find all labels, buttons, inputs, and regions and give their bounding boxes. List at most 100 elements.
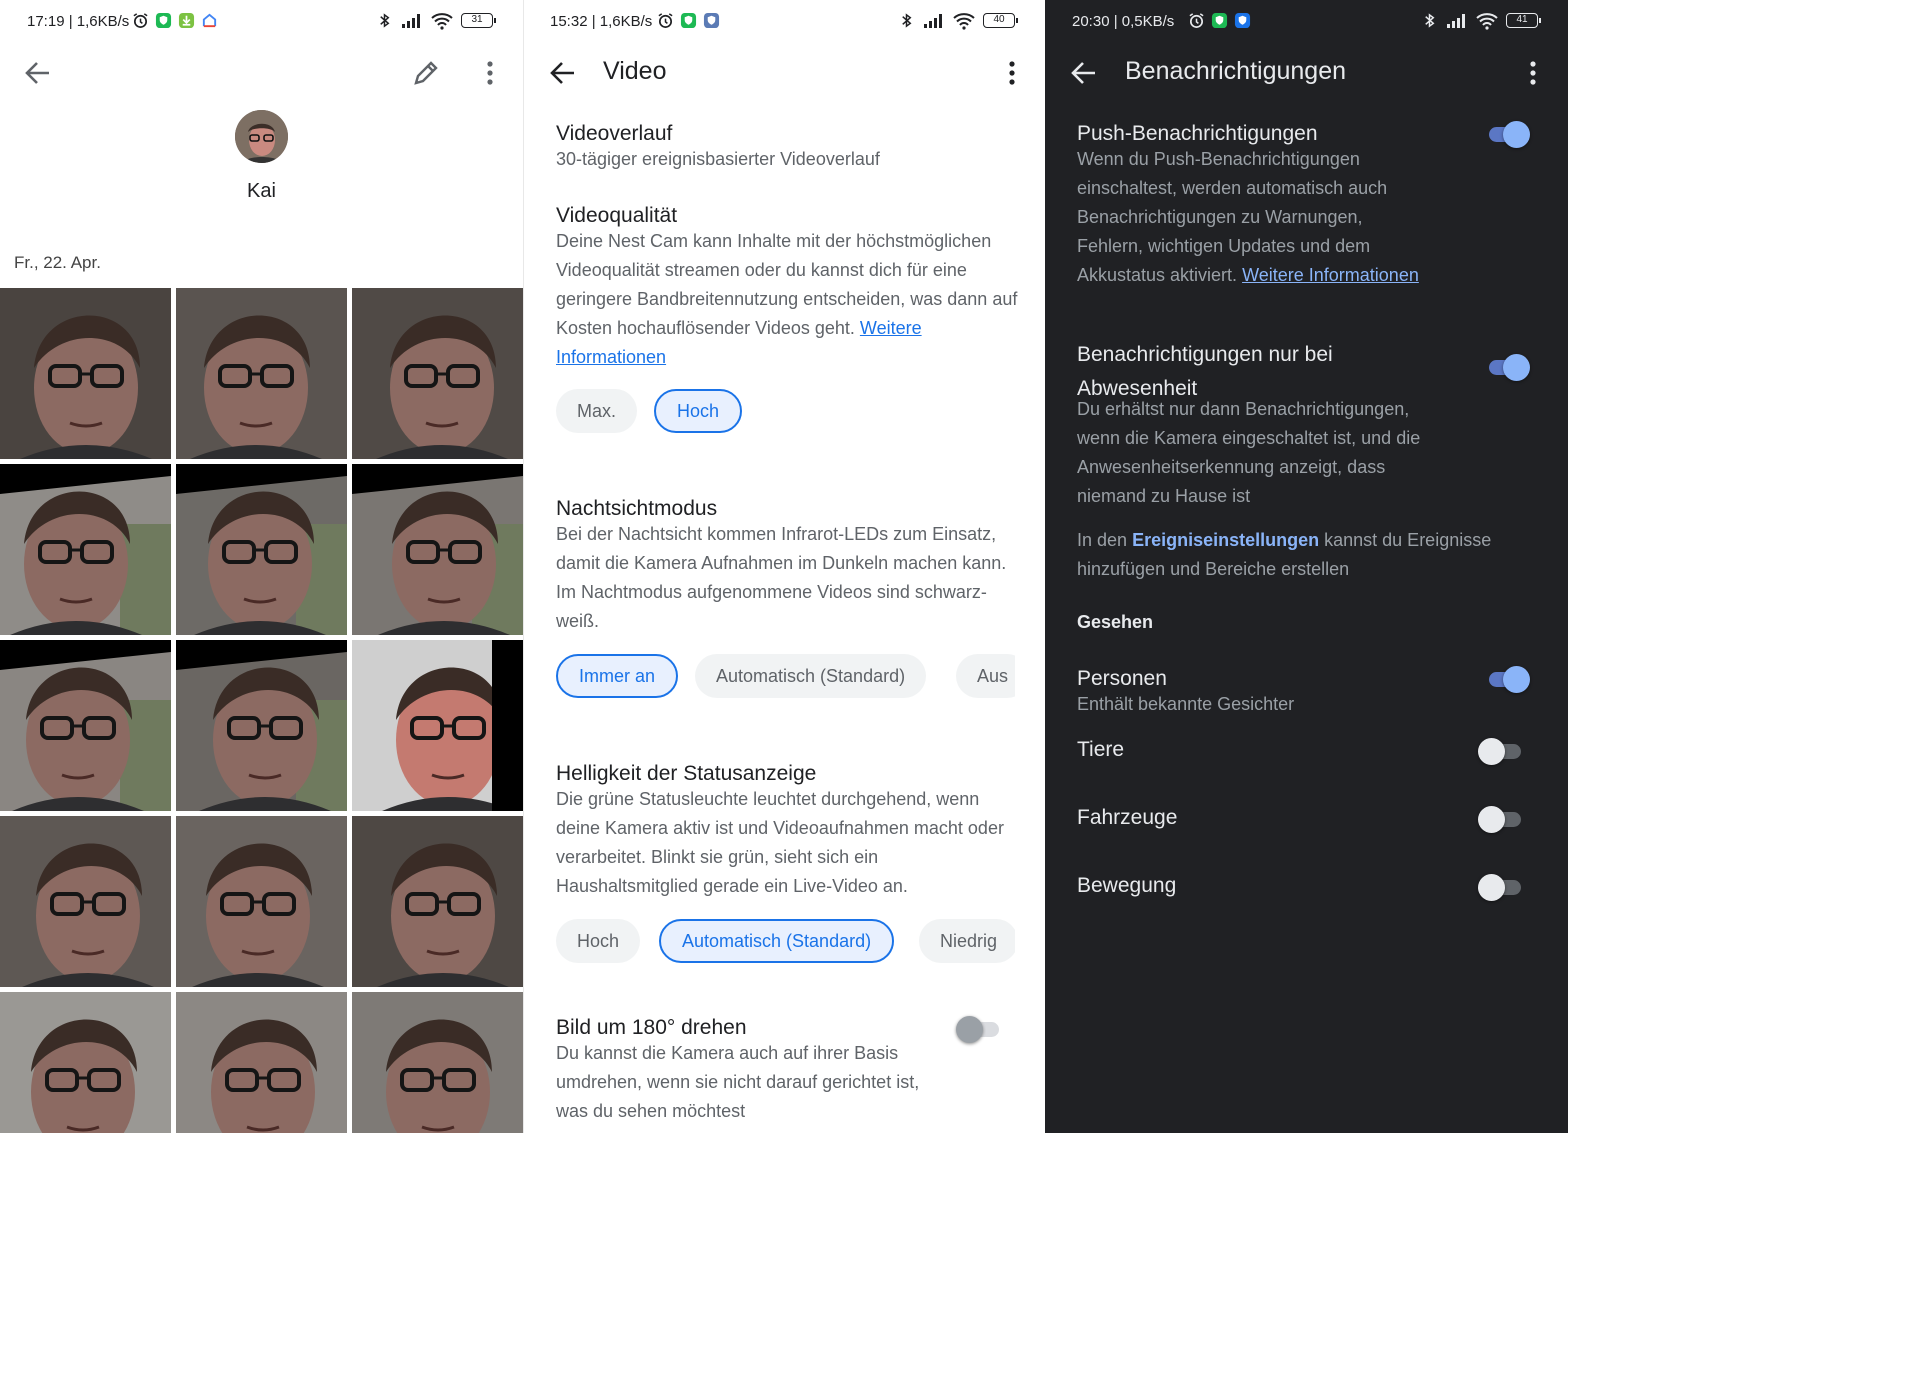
brightness-chip-high[interactable]: Hoch [556,919,641,963]
snapshot-thumbnail[interactable] [352,464,523,635]
alarm-icon [132,12,149,29]
toggle-knob [1503,121,1530,148]
snapshot-thumbnail[interactable] [0,816,171,987]
wifi-icon [953,12,975,30]
night-chip-always-on[interactable]: Immer an [556,654,679,698]
status-bar: 15:32 | 1,6KB/s 40 [524,0,1045,44]
page-title: Video [603,57,667,85]
snapshot-thumbnail[interactable] [176,464,347,635]
more-options-icon[interactable] [486,60,494,86]
video-quality-description: Deine Nest Cam kann Inhalte mit der höch… [556,227,1018,372]
persons-subtitle: Enthält bekannte Gesichter [1077,694,1295,714]
profile-name: Kai [247,180,276,202]
status-light-title: Helligkeit der Statusanzeige [556,762,817,785]
snapshot-thumbnail[interactable] [0,464,171,635]
push-description: Wenn du Push-Benachrichtigungen einschal… [1077,145,1422,290]
event-settings-hint: In den Ereigniseinstellungen kannst du E… [1077,526,1517,584]
video-quality-title: Videoqualität [556,204,678,227]
battery-icon: 40 [983,13,1018,28]
push-toggle[interactable] [1486,119,1530,149]
more-options-icon[interactable] [1529,60,1537,86]
snapshot-grid [0,288,523,1133]
brightness-chip-auto[interactable]: Automatisch (Standard) [659,919,895,963]
quality-chip-max[interactable]: Max. [556,389,638,433]
toggle-knob [1478,738,1505,765]
status-bar: 17:19 | 1,6KB/s 31 [0,0,523,44]
event-settings-link[interactable]: Ereigniseinstellungen [1132,530,1319,550]
signal-icon [923,12,945,29]
rotate-title: Bild um 180° drehen [556,1016,747,1039]
snapshot-thumbnail[interactable] [352,992,523,1133]
status-time-speed: 15:32 | 1,6KB/s [550,13,653,30]
snapshot-thumbnail[interactable] [176,816,347,987]
toggle-knob [1503,666,1530,693]
date-label: Fr., 22. Apr. [14,253,101,272]
vehicles-toggle[interactable] [1478,804,1522,834]
vpn-app-icon [703,12,720,29]
status-time-speed: 20:30 | 0,5KB/s [1072,13,1175,30]
shield-app-icon [1211,12,1228,29]
night-vision-description: Bei der Nachtsicht kommen Infrarot-LEDs … [556,524,1007,631]
away-only-toggle[interactable] [1486,352,1530,382]
toggle-knob [1503,354,1530,381]
more-options-icon[interactable] [1008,60,1016,86]
back-arrow-icon[interactable] [549,60,577,86]
animals-title: Tiere [1077,738,1125,761]
snapshot-thumbnail[interactable] [0,288,171,459]
shield-app-icon [155,12,172,29]
brightness-chip-low[interactable]: Niedrig [919,919,1015,963]
download-app-icon [178,12,195,29]
bluetooth-icon [898,12,915,29]
quality-chip-high[interactable]: Hoch [654,389,743,433]
signal-icon [401,12,423,29]
status-light-description: Die grüne Statusleuchte leuchtet durchge… [556,789,1004,896]
alarm-icon [657,12,674,29]
push-title: Push-Benachrichtigungen [1077,122,1318,145]
wifi-icon [1476,12,1498,30]
status-right-icons: 40 [898,12,1018,30]
night-chip-off[interactable]: Aus [956,654,1015,698]
persons-title: Personen [1077,667,1167,690]
animals-toggle[interactable] [1478,736,1522,766]
night-vision-title: Nachtsichtmodus [556,497,718,520]
avatar [235,110,288,163]
shield-app-icon [680,12,697,29]
vehicles-title: Fahrzeuge [1077,806,1178,829]
status-right-icons: 31 [376,12,496,30]
setting-subtitle: 30-tägiger ereignisbasierter Videoverlau… [556,149,880,169]
bluetooth-icon [376,12,393,29]
face-library-panel: 17:19 | 1,6KB/s 31 Kai Fr., 22. Apr. [0,0,523,1133]
toggle-knob [1478,874,1505,901]
snapshot-thumbnail[interactable] [0,640,171,811]
learn-more-link[interactable]: Weitere Informationen [1242,265,1419,285]
persons-toggle[interactable] [1486,664,1530,694]
snapshot-thumbnail[interactable] [176,288,347,459]
battery-icon: 41 [1506,13,1541,28]
setting-title: Videoverlauf [556,122,673,145]
google-home-icon [201,12,218,29]
battery-icon: 31 [461,13,496,28]
notifications-panel: 20:30 | 0,5KB/s 41 Benachrichtigungen Pu… [1045,0,1568,1133]
snapshot-thumbnail[interactable] [352,288,523,459]
description-text: Deine Nest Cam kann Inhalte mit der höch… [556,231,1018,338]
rotate-toggle[interactable] [956,1014,1000,1044]
back-arrow-icon[interactable] [1070,60,1098,86]
snapshot-thumbnail[interactable] [176,992,347,1133]
section-header-seen: Gesehen [1077,612,1154,632]
away-only-description: Du erhältst nur dann Benachrichtigungen,… [1077,399,1421,506]
toggle-knob [1478,806,1505,833]
snapshot-thumbnail[interactable] [352,640,523,811]
edit-pencil-icon[interactable] [412,60,440,86]
night-chip-auto[interactable]: Automatisch (Standard) [695,654,927,698]
vpn-app-icon [1234,12,1251,29]
status-right-icons: 41 [1421,12,1541,30]
wifi-icon [431,12,453,30]
snapshot-thumbnail[interactable] [0,992,171,1133]
bluetooth-icon [1421,12,1438,29]
back-arrow-icon[interactable] [24,60,52,86]
rotate-description: Du kannst die Kamera auch auf ihrer Basi… [556,1043,920,1121]
snapshot-thumbnail[interactable] [352,816,523,987]
status-bar: 20:30 | 0,5KB/s 41 [1045,0,1568,44]
motion-toggle[interactable] [1478,872,1522,902]
snapshot-thumbnail[interactable] [176,640,347,811]
